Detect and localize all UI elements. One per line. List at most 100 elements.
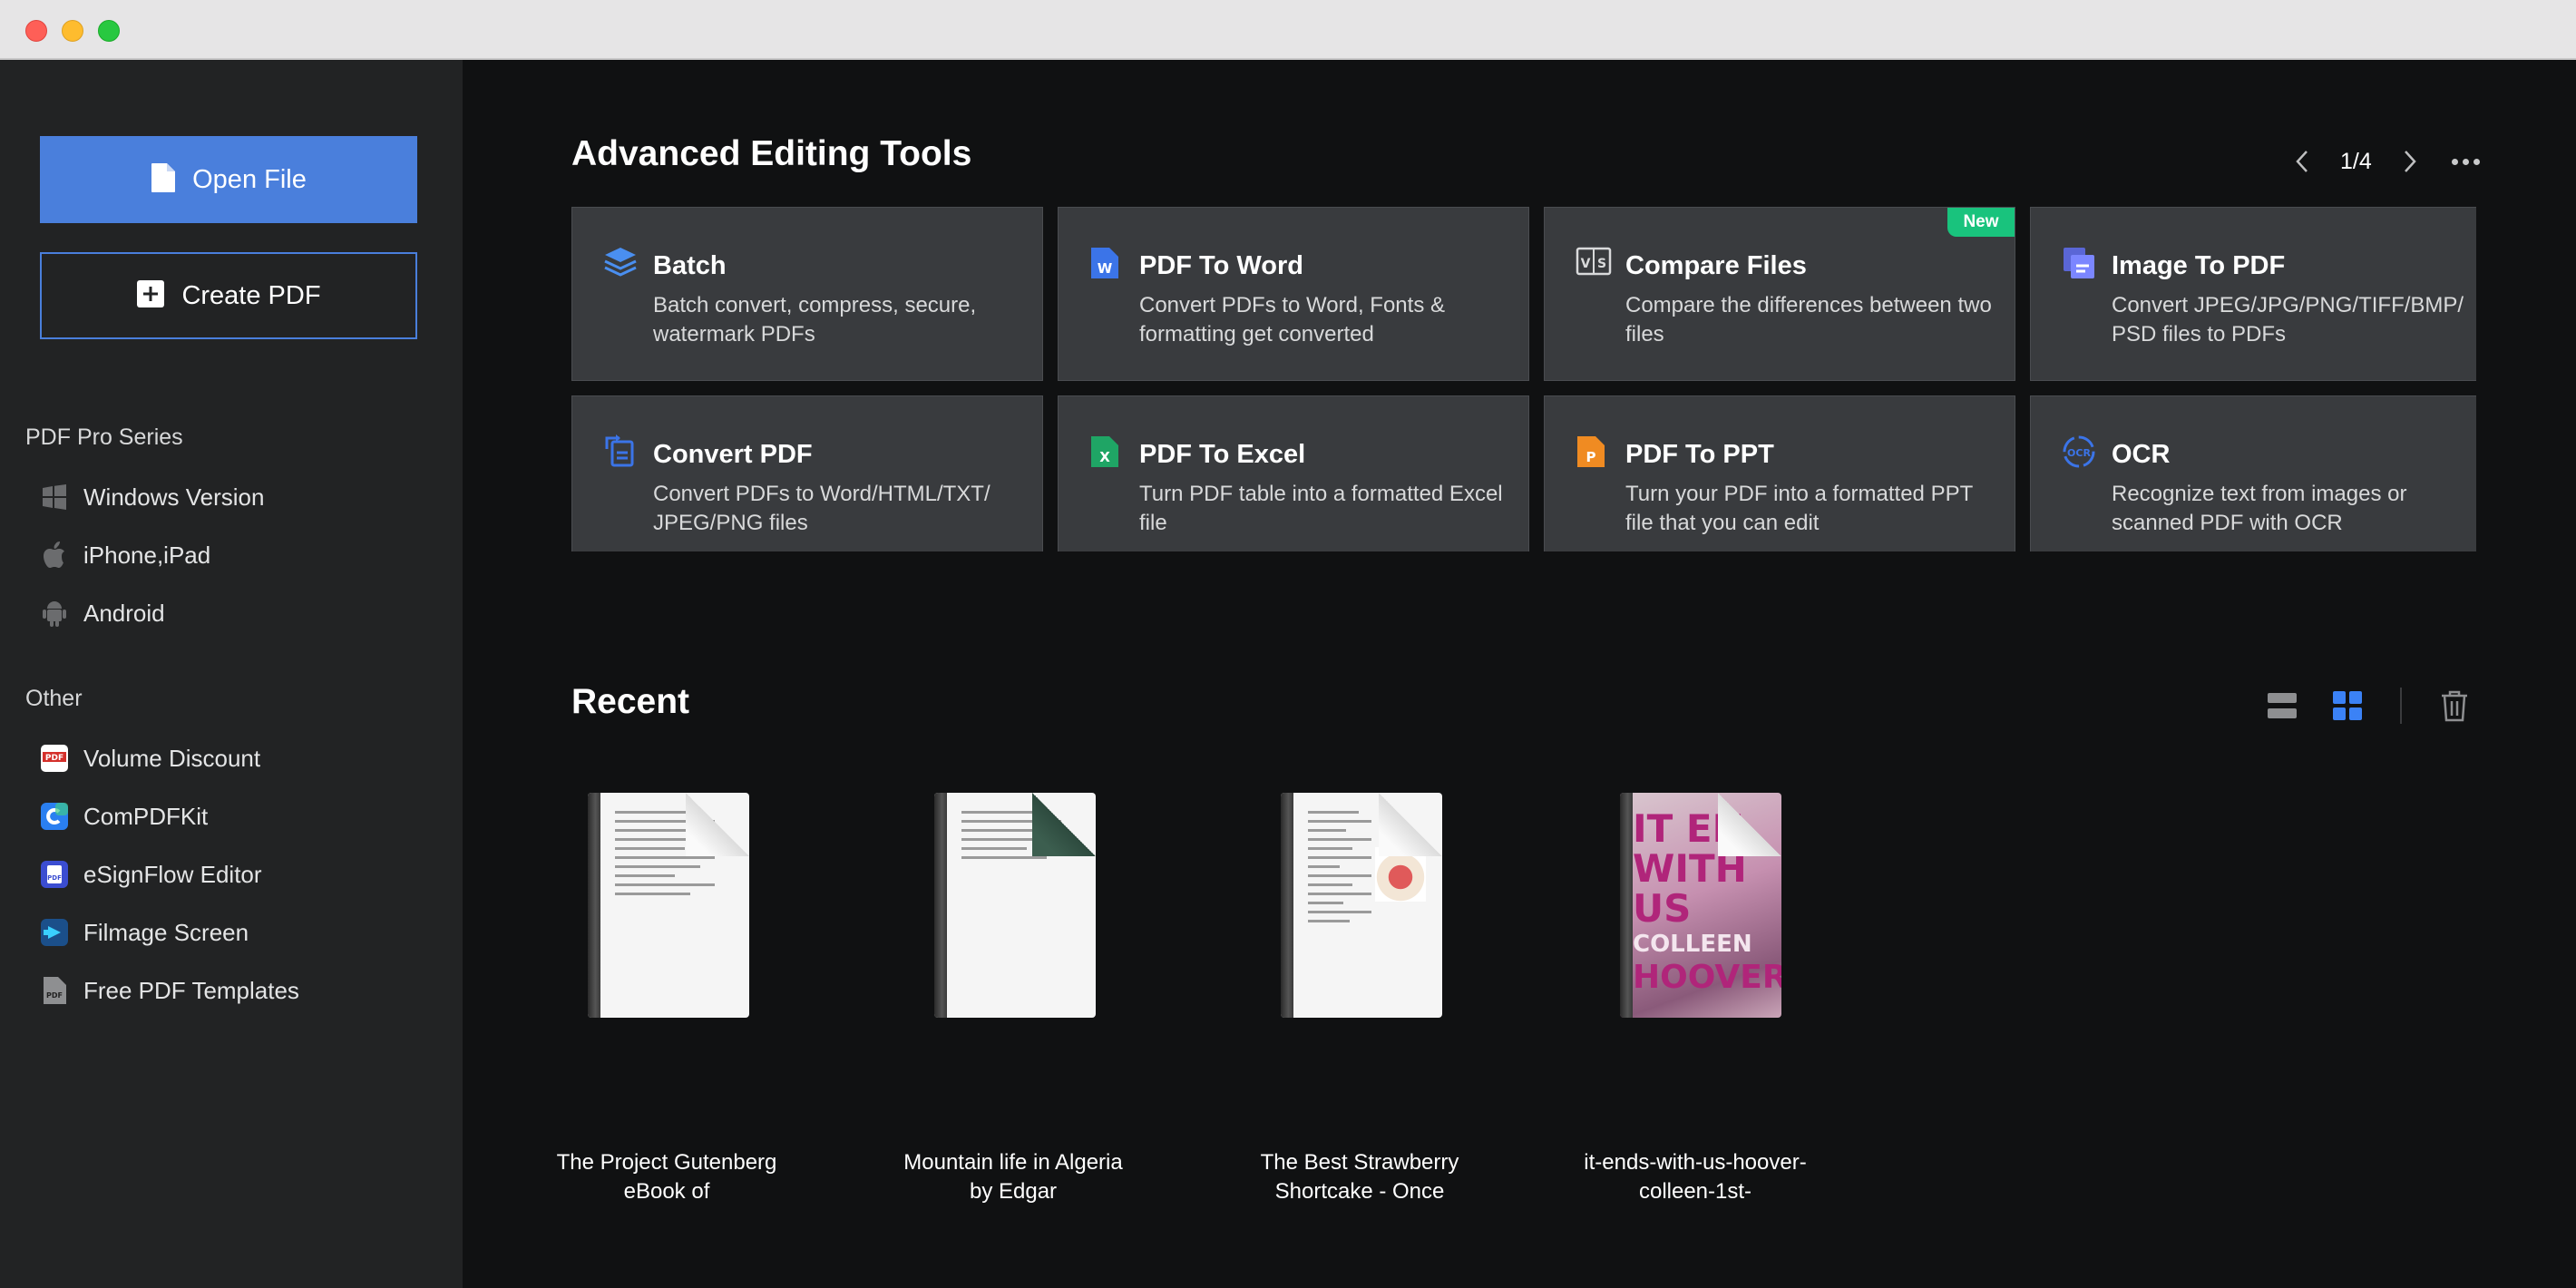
more-options-icon[interactable] [2444,141,2487,181]
cover-text: HOOVER [1633,959,1781,996]
page-indicator: 1/4 [2340,148,2372,174]
apple-icon [40,541,69,570]
tool-description: Turn your PDF into a formatted PPT file … [1625,482,1973,535]
svg-text:P: P [1586,449,1596,465]
minimize-window-button[interactable] [62,20,83,42]
tool-card-pdf-to-word[interactable]: W PDF To Word Convert PDFs to Word, Font… [1058,207,1529,381]
sidebar-item-android[interactable]: Android [40,592,165,634]
sidebar-item-label: Free PDF Templates [83,976,299,1004]
volume-discount-icon: PDF [40,744,69,773]
open-file-button[interactable]: Open File [40,136,417,223]
svg-text:PDF: PDF [45,754,63,763]
book-cover-thumbnail: IT EN WITH US COLLEEN HOOVER [1620,793,1781,1018]
batch-layers-icon [603,246,638,280]
tool-description: Convert JPEG/JPG/PNG/TIFF/BMP/ PSD files… [2112,293,2464,346]
sidebar: Open File Create PDF PDF Pro Series Wind… [0,60,463,1288]
tool-title: Image To PDF [2112,251,2286,280]
tool-description: Compare the differences between two file… [1625,293,1992,346]
tool-description: Recognize text from images or scanned PD… [2112,482,2407,535]
toolbar-divider [2400,688,2402,724]
svg-text:X: X [1099,449,1110,465]
new-badge: New [1947,208,2015,237]
grid-view-icon[interactable] [2327,686,2367,726]
file-name: Mountain life in Algeria by Edgar [903,1150,1123,1204]
compare-icon: VS [1576,246,1612,280]
sidebar-item-label: iPhone,iPad [83,541,211,569]
esignflow-icon: PDF [40,860,69,889]
svg-text:PDF: PDF [46,991,63,1000]
tool-card-batch[interactable]: Batch Batch convert, compress, secure, w… [571,207,1043,381]
file-name: it-ends-with-us-hoover-colleen-1st- [1584,1150,1807,1204]
sidebar-item-label: eSignFlow Editor [83,860,262,888]
open-file-label: Open File [192,164,307,194]
windows-icon [40,483,69,512]
sidebar-item-label: Volume Discount [83,744,261,772]
filmage-icon [40,918,69,947]
sidebar-item-compdfkit[interactable]: ComPDFKit [40,795,208,837]
word-icon: W [1089,246,1124,280]
recent-heading: Recent [571,682,690,721]
create-pdf-button[interactable]: Create PDF [40,252,417,339]
sidebar-item-label: Android [83,599,165,627]
sidebar-item-esignflow[interactable]: PDF eSignFlow Editor [40,854,262,895]
zoom-window-button[interactable] [98,20,120,42]
tool-card-compare-files[interactable]: New VS Compare Files Compare the differe… [1544,207,2015,381]
window-titlebar [0,0,2576,60]
svg-text:V: V [1581,257,1591,271]
file-thumbnail [1281,793,1442,1018]
cover-text: COLLEEN [1633,931,1752,958]
compdfkit-icon [40,802,69,831]
file-name: The Best Strawberry Shortcake - Once [1260,1150,1459,1204]
pdf-template-icon: PDF [40,976,69,1005]
pdf-pro-series-heading: PDF Pro Series [25,424,183,450]
tool-card-image-to-pdf[interactable]: Image To PDF Convert JPEG/JPG/PNG/TIFF/B… [2030,207,2476,381]
svg-text:W: W [1098,260,1113,277]
main-panel: Advanced Editing Tools 1/4 Batch Batch c… [463,60,2576,1288]
excel-icon: X [1089,434,1124,469]
tool-card-pdf-to-excel[interactable]: X PDF To Excel Turn PDF table into a for… [1058,395,1529,551]
tool-title: Compare Files [1625,251,1807,280]
file-name: The Project Gutenberg eBook of [556,1150,777,1204]
advanced-editing-tools-heading: Advanced Editing Tools [571,134,972,173]
tool-card-convert-pdf[interactable]: Convert PDF Convert PDFs to Word/HTML/TX… [571,395,1043,551]
plus-square-icon [136,279,165,313]
file-thumbnail [588,793,749,1018]
tool-title: PDF To Excel [1139,440,1306,469]
sidebar-item-filmage[interactable]: Filmage Screen [40,912,249,953]
other-heading: Other [25,686,83,711]
sidebar-item-label: ComPDFKit [83,802,209,830]
list-view-icon[interactable] [2262,686,2302,726]
ocr-icon: OCR [2062,434,2096,469]
tool-description: Batch convert, compress, secure, waterma… [653,293,977,346]
tool-title: PDF To PPT [1625,440,1774,469]
chevron-left-icon[interactable] [2286,145,2318,178]
tools-grid: Batch Batch convert, compress, secure, w… [571,207,2476,551]
android-icon [40,599,69,628]
svg-text:PDF: PDF [47,874,62,882]
document-icon [151,162,176,198]
convert-icon [603,434,638,469]
sidebar-item-label: Filmage Screen [83,918,249,946]
tools-pager: 1/4 [2286,140,2426,183]
create-pdf-label: Create PDF [181,280,321,310]
sidebar-item-iphone-ipad[interactable]: iPhone,iPad [40,534,210,576]
tool-card-pdf-to-ppt[interactable]: P PDF To PPT Turn your PDF into a format… [1544,395,2015,551]
sidebar-item-volume-discount[interactable]: PDF Volume Discount [40,737,260,779]
tool-title: PDF To Word [1139,251,1303,280]
ppt-icon: P [1576,434,1610,469]
chevron-right-icon[interactable] [2394,145,2426,178]
sidebar-item-free-pdf-templates[interactable]: PDF Free PDF Templates [40,970,299,1011]
svg-text:OCR: OCR [2067,447,2091,459]
sidebar-item-label: Windows Version [83,483,265,511]
sidebar-item-windows[interactable]: Windows Version [40,476,264,518]
image-to-pdf-icon [2062,246,2096,280]
tool-title: Convert PDF [653,440,813,469]
tool-card-ocr[interactable]: OCR OCR Recognize text from images or sc… [2030,395,2476,551]
tool-title: Batch [653,251,727,280]
svg-text:S: S [1597,257,1606,271]
close-window-button[interactable] [25,20,47,42]
tool-description: Turn PDF table into a formatted Excel fi… [1139,482,1503,535]
trash-icon[interactable] [2435,686,2474,726]
file-thumbnail [934,793,1096,1018]
tool-title: OCR [2112,440,2171,469]
